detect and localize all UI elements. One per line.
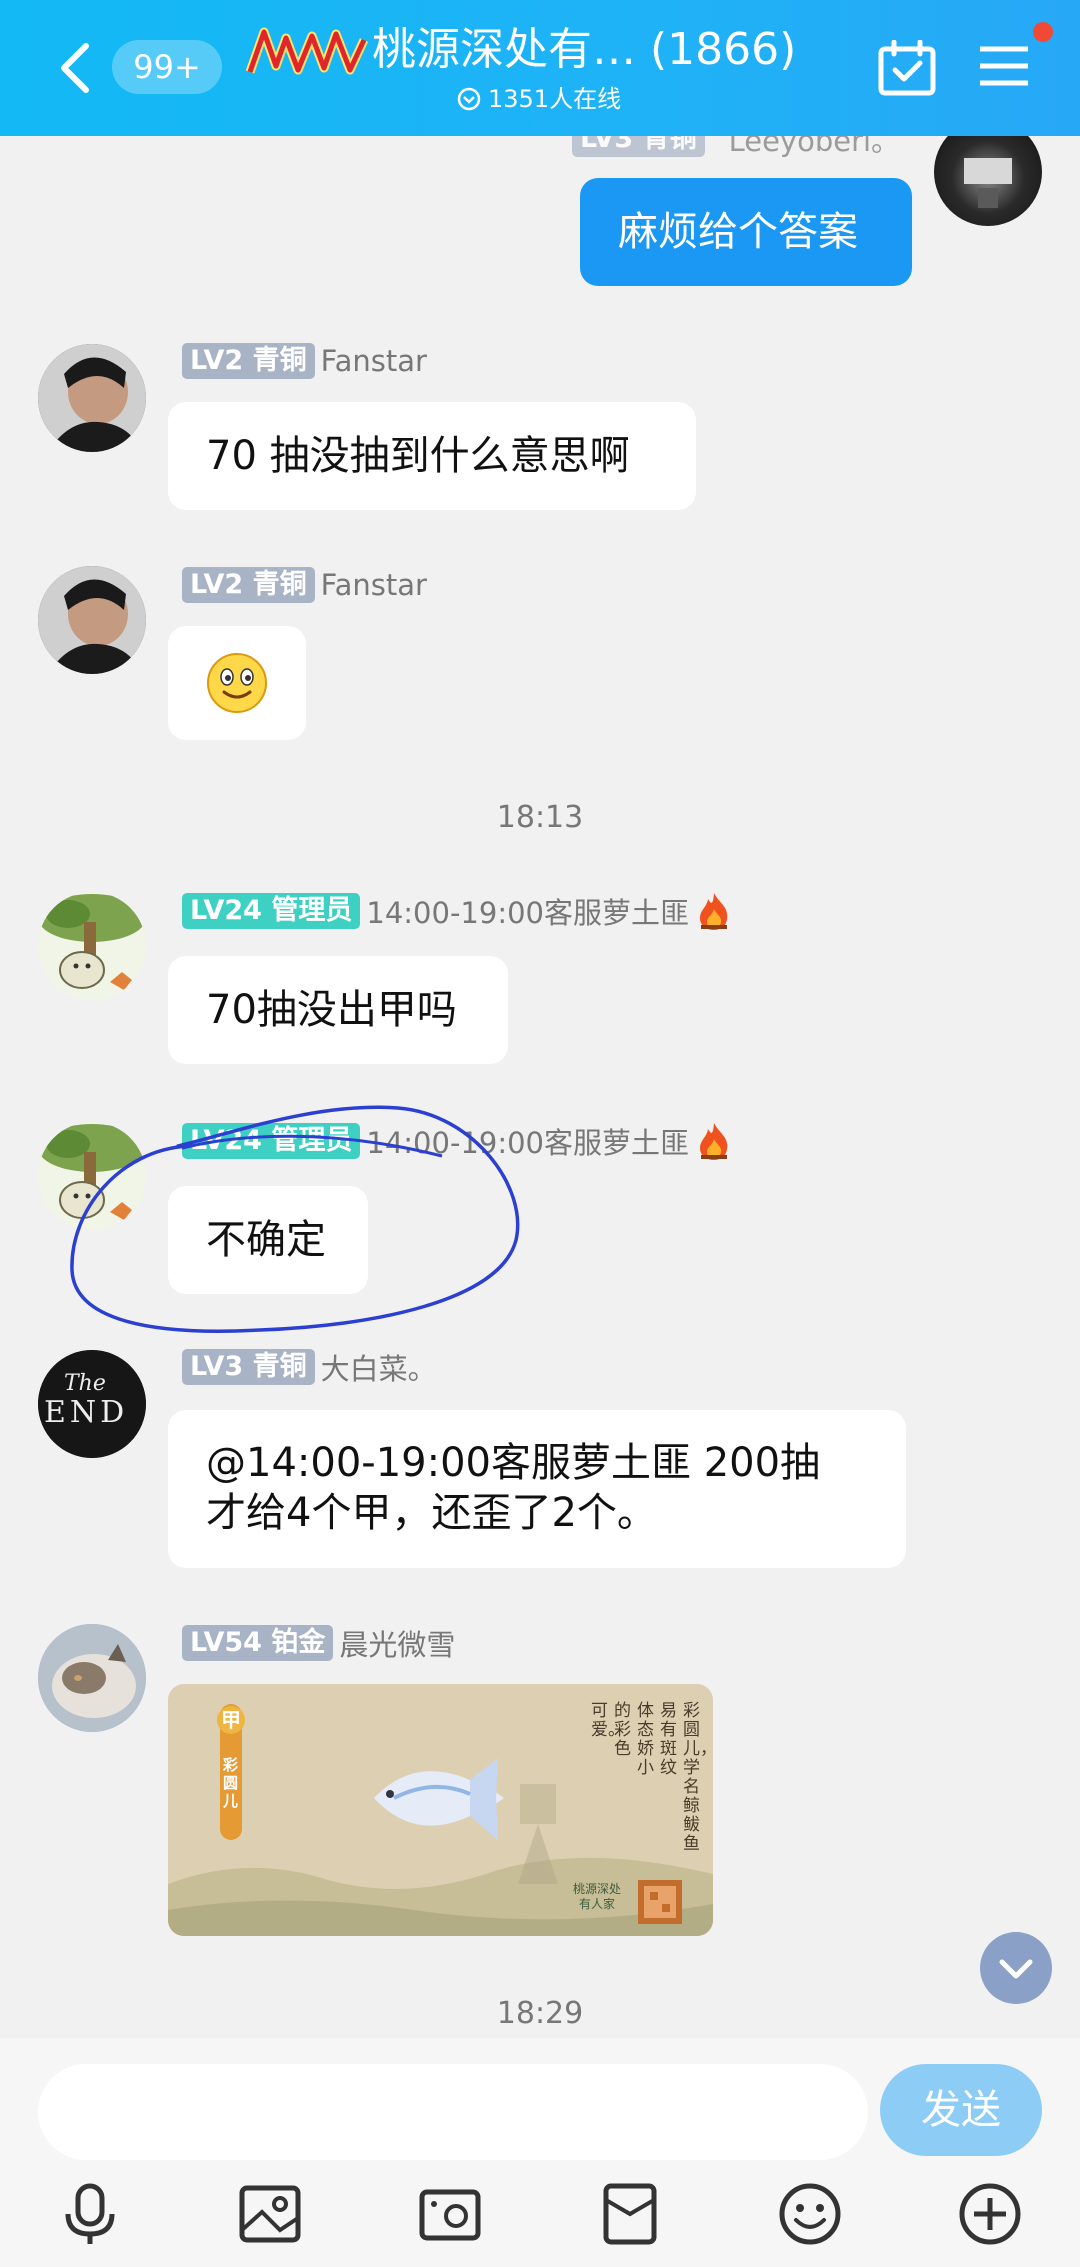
camera-icon[interactable] [418, 2182, 482, 2246]
avatar[interactable] [38, 1624, 146, 1732]
red-packet-icon[interactable] [598, 2182, 662, 2246]
sticker-caption: 彩圆儿，学名鲸鲅鱼 易有斑纹 体态娇小 的彩色 可爱。 [591, 1701, 713, 1854]
message-text-line: 才给4个甲，还歪了2个。 [206, 1490, 657, 1536]
message-meta: LV24 管理员 14:00-19:00客服萝土匪 [182, 892, 733, 930]
message-meta: LV54 铂金 晨光微雪 [182, 1624, 455, 1662]
level-tag: LV2 青铜 [182, 567, 315, 603]
sticker-footer: 桃源深处 有人家 [572, 1882, 621, 1911]
message-bubble[interactable]: 不确定 [168, 1186, 368, 1294]
message-bubble[interactable] [168, 626, 306, 740]
message-text: 70 抽没抽到什么意思啊 [206, 433, 630, 479]
smiley-emoji [207, 653, 267, 713]
avatar[interactable]: The END [38, 1350, 146, 1458]
online-count: 1351人在线 [488, 85, 622, 113]
sender-name: Fanstar [320, 344, 427, 378]
level-tag: LV3 青铜 [182, 1349, 315, 1385]
svg-text:The: The [64, 1371, 106, 1396]
sender-name: 大白菜。 [320, 1352, 437, 1386]
plus-icon[interactable] [958, 2182, 1022, 2246]
sender-name: 晨光微雪 [339, 1628, 456, 1662]
avatar[interactable] [38, 1122, 146, 1230]
avatar[interactable] [38, 566, 146, 674]
image-message[interactable]: 甲 彩圆儿 彩圆儿，学名鲸鲅鱼 易有斑纹 体态娇小 的彩色 可爱。 桃源深处 有… [168, 1684, 713, 1936]
chat-header: 99+ 桃源深处有… (1866) 1351人在线 [0, 0, 1080, 136]
level-tag: LV54 铂金 [182, 1625, 334, 1661]
message-text: 70抽没出甲吗 [206, 987, 457, 1033]
sender-name: 14:00-19:00客服萝土匪 [366, 896, 689, 930]
group-logo [246, 26, 372, 78]
online-status: 1351人在线 [456, 82, 621, 116]
message-bubble[interactable]: 70抽没出甲吗 [168, 956, 508, 1064]
avatar[interactable] [38, 344, 146, 452]
message-bubble[interactable]: @14:00-19:00客服萝土匪 200抽 才给4个甲，还歪了2个。 [168, 1410, 906, 1568]
chevron-down-icon [999, 1959, 1033, 1979]
fire-icon [700, 893, 728, 930]
sender-name: 14:00-19:00客服萝土匪 [366, 1126, 689, 1160]
notification-dot [1033, 22, 1053, 42]
svg-text:END: END [44, 1395, 128, 1430]
calendar-check-icon[interactable] [878, 40, 936, 96]
unread-badge[interactable]: 99+ [112, 40, 222, 94]
level-tag: LV24 管理员 [182, 893, 361, 929]
message-meta: LV2 青铜 Fanstar [182, 566, 427, 604]
emoji-icon[interactable] [778, 2182, 842, 2246]
message-text: 不确定 [206, 1217, 326, 1263]
gallery-icon[interactable] [238, 2182, 302, 2246]
microphone-icon[interactable] [58, 2182, 122, 2246]
sticker-badge: 甲 [221, 1708, 241, 1732]
send-button[interactable]: 发送 [880, 2064, 1042, 2156]
timestamp: 18:29 [496, 1996, 584, 2031]
online-icon [457, 87, 481, 111]
menu-icon[interactable] [978, 44, 1030, 88]
message-meta: LV24 管理员 14:00-19:00客服萝土匪 [182, 1122, 733, 1160]
message-text-line: @14:00-19:00客服萝土匪 200抽 [206, 1440, 821, 1486]
level-tag: LV24 管理员 [182, 1123, 361, 1159]
fire-icon [700, 1123, 728, 1160]
message-meta: LV2 青铜 Fanstar [182, 342, 427, 380]
message-input[interactable] [38, 2064, 868, 2160]
level-tag: LV2 青铜 [182, 343, 315, 379]
message-bubble[interactable]: 麻烦给个答案 [580, 178, 912, 286]
message-text: 麻烦给个答案 [618, 209, 858, 255]
avatar[interactable] [38, 892, 146, 1000]
sender-name: Fanstar [320, 568, 427, 602]
scroll-to-bottom-button[interactable] [980, 1932, 1052, 2004]
back-icon[interactable] [50, 38, 102, 98]
message-bubble[interactable]: 70 抽没抽到什么意思啊 [168, 402, 696, 510]
sticker-tag: 彩圆儿 [223, 1756, 239, 1810]
timestamp: 18:13 [496, 800, 584, 835]
message-meta: LV3 青铜 大白菜。 [182, 1348, 437, 1386]
group-title[interactable]: 桃源深处有… (1866) [372, 22, 796, 78]
